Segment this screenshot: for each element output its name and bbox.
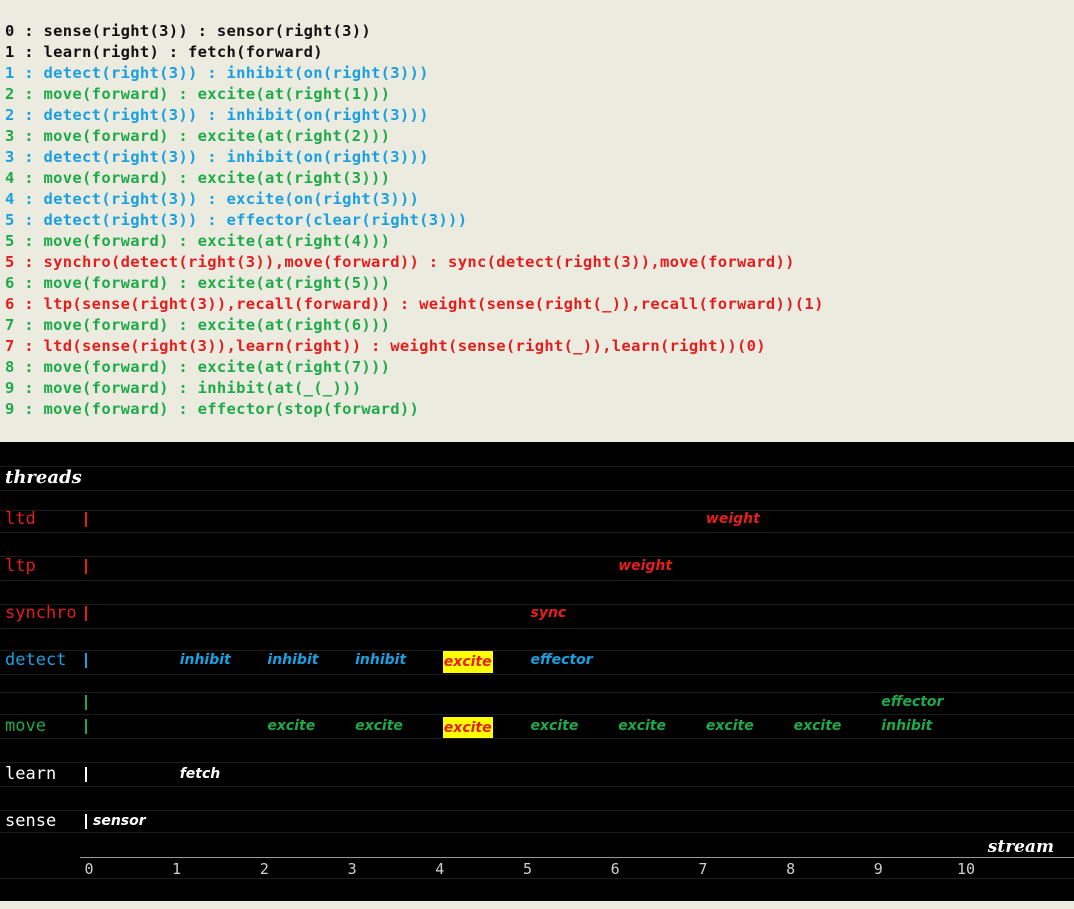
thread-bar-ltd <box>85 512 87 527</box>
log-line: 3 : detect(right(3)) : inhibit(on(right(… <box>5 148 429 166</box>
log-line: 9 : move(forward) : inhibit(at(_(_))) <box>5 379 362 397</box>
thread-bar-learn <box>85 767 87 782</box>
log-line: 3 : move(forward) : excite(at(right(2))) <box>5 127 391 145</box>
thread-bar-synchro <box>85 606 87 621</box>
thread-label-ltd: ltd <box>5 509 36 529</box>
grid-line <box>0 580 1074 581</box>
tick-label: 6 <box>610 860 620 878</box>
threads-panel: threads ltd weight ltp weight synchro sync det… <box>0 442 1074 901</box>
grid-line <box>0 510 1074 511</box>
tick-label: 10 <box>956 860 976 878</box>
tick-label: 7 <box>698 860 708 878</box>
log-line: 0 : sense(right(3)) : sensor(right(3)) <box>5 22 372 40</box>
log-line: 4 : move(forward) : excite(at(right(3))) <box>5 169 391 187</box>
log-line: 8 : move(forward) : excite(at(right(7))) <box>5 358 391 376</box>
log-line: 1 : learn(right) : fetch(forward) <box>5 43 323 61</box>
grid-line <box>0 604 1074 605</box>
log-line: 7 : move(forward) : excite(at(right(6))) <box>5 316 391 334</box>
thread-bar-move <box>85 719 87 734</box>
tick-label: 8 <box>786 860 796 878</box>
event-excite: excite <box>530 718 579 734</box>
event-excite: excite <box>355 718 403 734</box>
tick-label: 9 <box>873 860 883 878</box>
log-line: 9 : move(forward) : effector(stop(forwar… <box>5 400 420 418</box>
thread-bar-ltp <box>85 559 87 574</box>
grid-line <box>0 832 1074 833</box>
grid-line <box>0 466 1074 467</box>
tick-label: 1 <box>172 860 182 878</box>
log-line: 2 : move(forward) : excite(at(right(1))) <box>5 85 391 103</box>
event-inhibit: inhibit <box>267 652 319 668</box>
grid-line <box>0 878 1074 879</box>
log-panel: 0 : sense(right(3)) : sensor(right(3)) 1 … <box>0 0 1074 442</box>
thread-label-learn: learn <box>5 764 57 784</box>
grid-line <box>0 692 1074 693</box>
event-weight: weight <box>618 558 673 574</box>
log-line: 6 : ltp(sense(right(3)),recall(forward))… <box>5 295 824 313</box>
event-excite: excite <box>793 718 842 734</box>
thread-bar-move-sub <box>85 695 87 710</box>
log-line: 5 : detect(right(3)) : effector(clear(ri… <box>5 211 468 229</box>
grid-line <box>0 786 1074 787</box>
event-excite: excite <box>267 718 316 734</box>
tick-label: 4 <box>435 860 445 878</box>
stream-axis <box>80 857 1074 858</box>
grid-line <box>0 490 1074 491</box>
thread-label-move: move <box>5 716 46 736</box>
tick-label: 3 <box>347 860 357 878</box>
log-line: 5 : synchro(detect(right(3)),move(forwar… <box>5 253 795 271</box>
thread-label-synchro: synchro <box>5 603 77 623</box>
grid-line <box>0 628 1074 629</box>
event-inhibit: inhibit <box>355 652 407 668</box>
grid-line <box>0 714 1074 715</box>
tick-label: 5 <box>522 860 533 878</box>
log-line: 2 : detect(right(3)) : inhibit(on(right(… <box>5 106 429 124</box>
thread-bar-sense <box>85 814 87 829</box>
threads-title: threads <box>5 467 82 488</box>
tick-label: 0 <box>84 860 94 878</box>
log-line: 6 : move(forward) : excite(at(right(5))) <box>5 274 391 292</box>
event-inhibit: inhibit <box>179 652 231 668</box>
event-inhibit: inhibit <box>881 718 933 734</box>
log-line: 1 : detect(right(3)) : inhibit(on(right(… <box>5 64 429 82</box>
log-line: 7 : ltd(sense(right(3)),learn(right)) : … <box>5 337 766 355</box>
thread-label-sense: sense <box>5 811 57 831</box>
grid-line <box>0 810 1074 811</box>
log-line: 5 : move(forward) : excite(at(right(4))) <box>5 232 391 250</box>
thread-label-detect: detect <box>5 650 67 670</box>
grid-line <box>0 674 1074 675</box>
event-weight: weight <box>705 511 760 527</box>
event-excite: excite <box>705 718 754 734</box>
grid-line <box>0 738 1074 739</box>
event-excite: excite <box>442 651 493 673</box>
grid-line <box>0 650 1074 651</box>
event-excite: excite <box>442 717 493 739</box>
event-effector: effector <box>881 694 944 710</box>
event-sync: sync <box>530 605 567 621</box>
stream-axis-label: stream <box>987 837 1054 857</box>
grid-line <box>0 532 1074 533</box>
event-sensor: sensor <box>93 813 146 829</box>
grid-line <box>0 762 1074 763</box>
grid-line <box>0 556 1074 557</box>
thread-label-ltp: ltp <box>5 556 36 576</box>
log-line: 4 : detect(right(3)) : excite(on(right(3… <box>5 190 420 208</box>
bottom-strip <box>0 901 1074 909</box>
event-fetch: fetch <box>179 766 221 782</box>
event-effector: effector <box>530 652 593 668</box>
tick-label: 2 <box>259 860 269 878</box>
event-excite: excite <box>618 718 666 734</box>
thread-bar-detect <box>85 653 87 668</box>
